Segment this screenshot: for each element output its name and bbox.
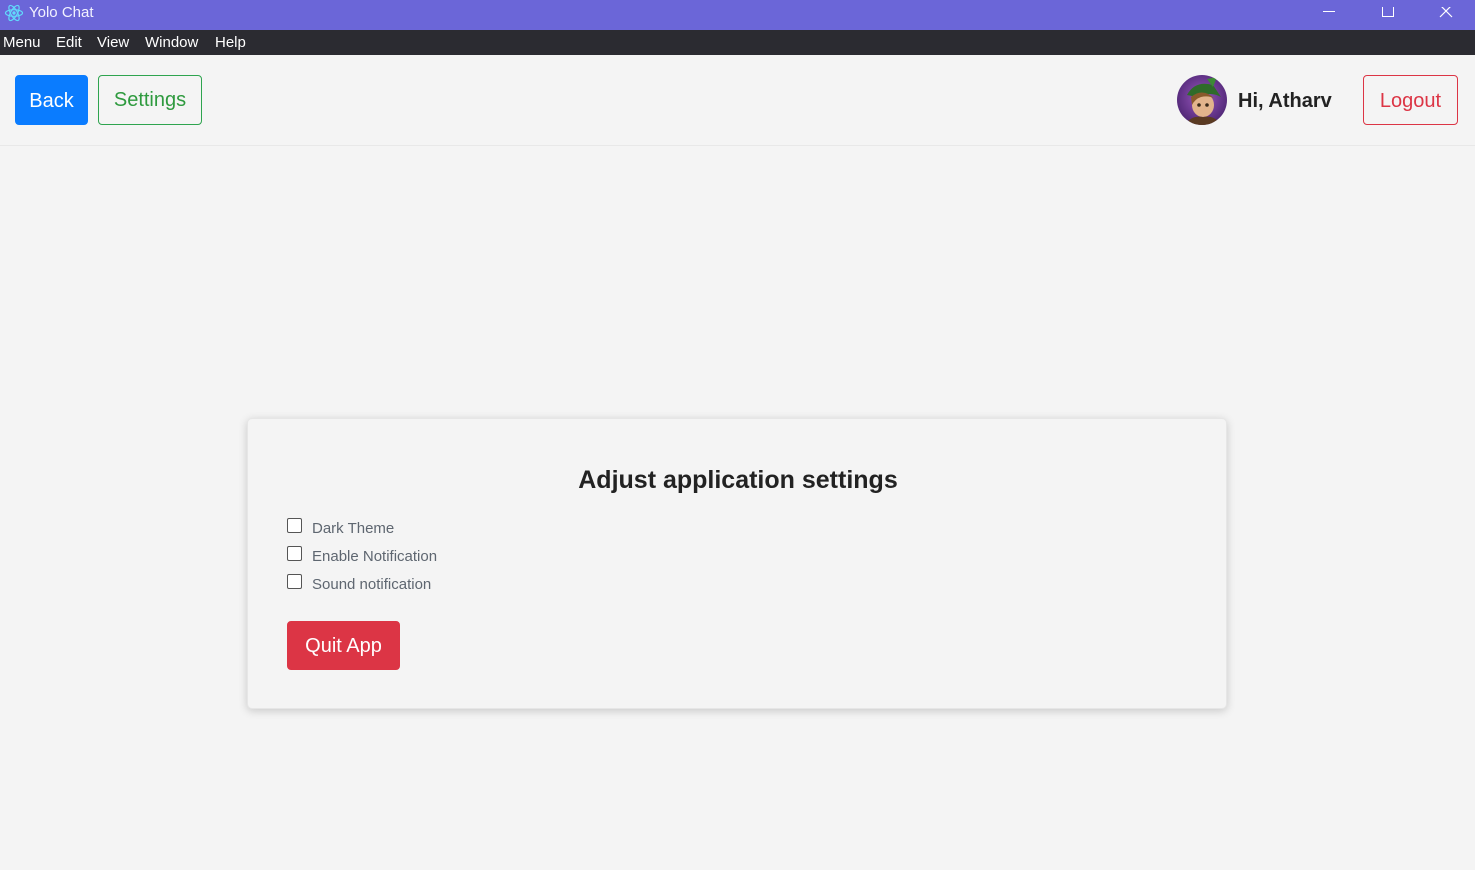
minimize-button[interactable] (1300, 0, 1358, 30)
enable-notification-checkbox[interactable] (287, 546, 302, 561)
enable-notification-label[interactable]: Enable Notification (312, 548, 437, 566)
react-atom-icon (4, 3, 24, 23)
quit-app-button[interactable]: Quit App (287, 621, 400, 670)
maximize-button[interactable] (1359, 0, 1417, 30)
sound-notification-label[interactable]: Sound notification (312, 576, 431, 594)
title-bar: Yolo Chat (0, 0, 1475, 30)
settings-button[interactable]: Settings (98, 75, 202, 125)
menu-item-window[interactable]: Window (145, 34, 198, 51)
back-button[interactable]: Back (15, 75, 88, 125)
menu-item-edit[interactable]: Edit (56, 34, 82, 51)
menu-bar: Menu Edit View Window Help (0, 30, 1475, 55)
maximize-icon (1382, 7, 1394, 17)
sound-notification-checkbox[interactable] (287, 574, 302, 589)
dark-theme-label[interactable]: Dark Theme (312, 520, 394, 538)
close-icon (1439, 7, 1453, 18)
minimize-icon (1323, 11, 1335, 12)
user-greeting: Hi, Atharv (1238, 90, 1332, 112)
settings-title: Adjust application settings (578, 466, 898, 494)
close-button[interactable] (1417, 0, 1475, 30)
app-header: Back Settings Hi, Atharv Logout (0, 55, 1475, 146)
settings-card: Adjust application settings Dark Theme E… (247, 418, 1227, 709)
logout-button[interactable]: Logout (1363, 75, 1458, 125)
avatar[interactable] (1177, 75, 1227, 125)
menu-item-view[interactable]: View (97, 34, 129, 51)
window-title: Yolo Chat (29, 4, 94, 21)
menu-item-help[interactable]: Help (215, 34, 246, 51)
menu-item-menu[interactable]: Menu (3, 34, 41, 51)
dark-theme-checkbox[interactable] (287, 518, 302, 533)
